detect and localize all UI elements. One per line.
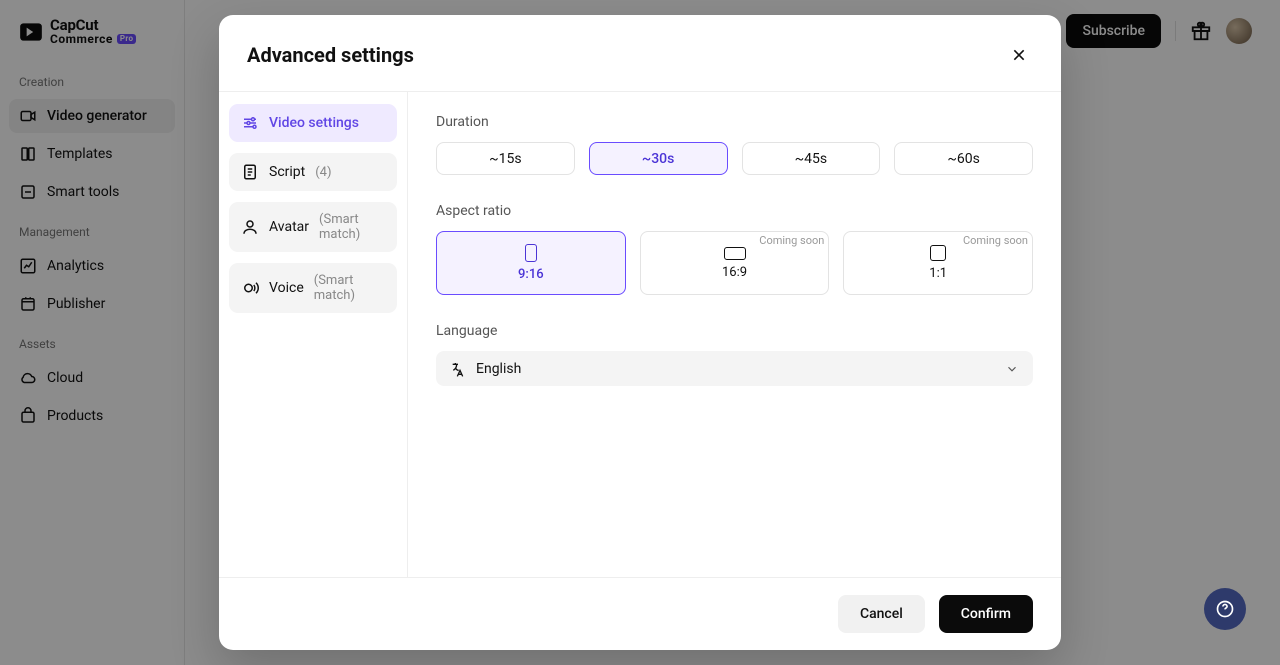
help-icon bbox=[1215, 599, 1235, 619]
script-icon bbox=[241, 163, 259, 181]
aspect-value: 1:1 bbox=[929, 266, 947, 281]
overlay: Advanced settings Video settings Script … bbox=[0, 0, 1280, 665]
aspect-value: 16:9 bbox=[722, 265, 747, 280]
duration-30s[interactable]: ~30s bbox=[589, 142, 728, 175]
cancel-button[interactable]: Cancel bbox=[838, 595, 925, 633]
aspect-options: 9:16 Coming soon 16:9 Coming soon 1:1 bbox=[436, 231, 1033, 295]
language-value: English bbox=[476, 361, 521, 377]
aspect-square-icon bbox=[930, 245, 946, 261]
duration-60s[interactable]: ~60s bbox=[894, 142, 1033, 175]
tab-label: Script bbox=[269, 164, 305, 180]
aspect-9-16[interactable]: 9:16 bbox=[436, 231, 626, 295]
duration-15s[interactable]: ~15s bbox=[436, 142, 575, 175]
modal-footer: Cancel Confirm bbox=[219, 577, 1061, 650]
duration-label: Duration bbox=[436, 114, 1033, 130]
duration-45s[interactable]: ~45s bbox=[742, 142, 881, 175]
aspect-value: 9:16 bbox=[518, 267, 544, 282]
confirm-button[interactable]: Confirm bbox=[939, 595, 1033, 633]
language-label: Language bbox=[436, 323, 1033, 339]
modal-title: Advanced settings bbox=[247, 43, 414, 67]
voice-icon bbox=[241, 279, 259, 297]
duration-options: ~15s ~30s ~45s ~60s bbox=[436, 142, 1033, 175]
advanced-settings-modal: Advanced settings Video settings Script … bbox=[219, 15, 1061, 650]
help-button[interactable] bbox=[1204, 588, 1246, 630]
tab-video-settings[interactable]: Video settings bbox=[229, 104, 397, 142]
translate-icon bbox=[450, 361, 466, 377]
tab-label: Voice bbox=[269, 280, 304, 296]
tab-script[interactable]: Script (4) bbox=[229, 153, 397, 191]
tab-hint: (4) bbox=[315, 165, 331, 180]
chevron-down-icon bbox=[1005, 362, 1019, 376]
language-select[interactable]: English bbox=[436, 351, 1033, 386]
coming-soon-badge: Coming soon bbox=[759, 234, 824, 247]
close-icon bbox=[1011, 47, 1027, 63]
tab-label: Video settings bbox=[269, 115, 359, 131]
avatar-icon bbox=[241, 218, 259, 236]
aspect-16-9: Coming soon 16:9 bbox=[640, 231, 830, 295]
tab-voice[interactable]: Voice (Smart match) bbox=[229, 263, 397, 313]
tab-label: Avatar bbox=[269, 219, 309, 235]
modal-header: Advanced settings bbox=[219, 15, 1061, 91]
coming-soon-badge: Coming soon bbox=[963, 234, 1028, 247]
settings-content: Duration ~15s ~30s ~45s ~60s Aspect rati… bbox=[408, 92, 1061, 577]
aspect-1-1: Coming soon 1:1 bbox=[843, 231, 1033, 295]
aspect-label: Aspect ratio bbox=[436, 203, 1033, 219]
tab-hint: (Smart match) bbox=[319, 212, 385, 242]
aspect-landscape-icon bbox=[724, 247, 746, 260]
sliders-icon bbox=[241, 114, 259, 132]
tab-hint: (Smart match) bbox=[314, 273, 385, 303]
settings-sidebar: Video settings Script (4) Avatar (Smart … bbox=[219, 92, 408, 577]
tab-avatar[interactable]: Avatar (Smart match) bbox=[229, 202, 397, 252]
aspect-portrait-icon bbox=[525, 244, 537, 262]
close-button[interactable] bbox=[1005, 41, 1033, 69]
